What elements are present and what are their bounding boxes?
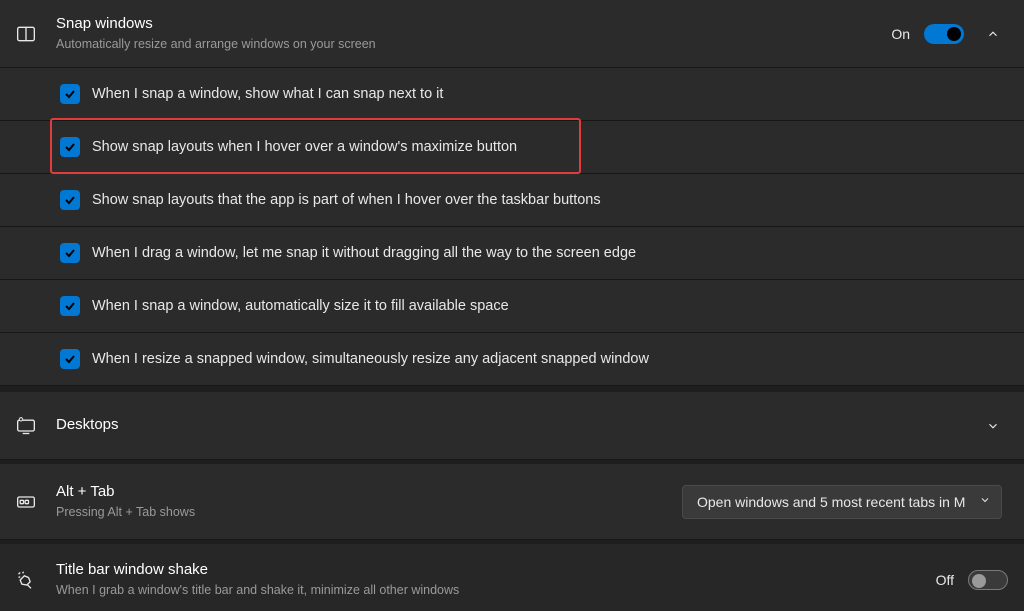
title-bar-shake-row[interactable]: Title bar window shake When I grab a win… [0,544,1024,611]
snap-option-0-checkbox[interactable] [60,84,80,104]
snap-windows-toggle[interactable] [924,24,964,44]
snap-option-2-checkbox[interactable] [60,190,80,210]
snap-option-5-label: When I resize a snapped window, simultan… [92,351,649,367]
snap-option-3-label: When I drag a window, let me snap it wit… [92,245,636,261]
snap-windows-title: Snap windows [56,14,891,34]
title-bar-shake-title: Title bar window shake [56,560,936,580]
snap-windows-toggle-label: On [891,26,910,42]
alt-tab-row[interactable]: Alt + Tab Pressing Alt + Tab shows Open … [0,464,1024,540]
snap-option-5-checkbox[interactable] [60,349,80,369]
desktops-expand-chevron-down-icon[interactable] [978,411,1008,441]
alt-tab-select-chevron-down-icon [979,493,991,511]
title-bar-shake-icon [16,570,56,590]
snap-option-4[interactable]: When I snap a window, automatically size… [0,280,1024,333]
title-bar-shake-toggle[interactable] [968,570,1008,590]
alt-tab-title: Alt + Tab [56,482,682,502]
snap-option-1-checkbox[interactable] [60,137,80,157]
desktops-icon [16,416,56,436]
title-bar-shake-subtitle: When I grab a window's title bar and sha… [56,582,936,599]
snap-option-2[interactable]: Show snap layouts that the app is part o… [0,174,1024,227]
snap-option-3[interactable]: When I drag a window, let me snap it wit… [0,227,1024,280]
snap-windows-collapse-chevron-up-icon[interactable] [978,19,1008,49]
alt-tab-select[interactable]: Open windows and 5 most recent tabs in M [682,485,1002,519]
snap-option-0-label: When I snap a window, show what I can sn… [92,86,443,102]
snap-option-3-checkbox[interactable] [60,243,80,263]
alt-tab-select-value: Open windows and 5 most recent tabs in M [697,494,965,510]
desktops-title: Desktops [56,415,978,435]
desktops-row[interactable]: Desktops [0,392,1024,460]
snap-option-2-label: Show snap layouts that the app is part o… [92,192,601,208]
snap-option-1-label: Show snap layouts when I hover over a wi… [92,139,517,155]
snap-windows-subtitle: Automatically resize and arrange windows… [56,36,891,53]
snap-windows-header[interactable]: Snap windows Automatically resize and ar… [0,0,1024,68]
snap-option-4-label: When I snap a window, automatically size… [92,298,509,314]
snap-option-4-checkbox[interactable] [60,296,80,316]
snap-option-1[interactable]: Show snap layouts when I hover over a wi… [0,121,1024,174]
snap-windows-icon [16,24,56,44]
alt-tab-icon [16,492,56,512]
snap-option-5[interactable]: When I resize a snapped window, simultan… [0,333,1024,386]
snap-option-0[interactable]: When I snap a window, show what I can sn… [0,68,1024,121]
alt-tab-subtitle: Pressing Alt + Tab shows [56,504,682,521]
title-bar-shake-toggle-label: Off [936,572,954,588]
